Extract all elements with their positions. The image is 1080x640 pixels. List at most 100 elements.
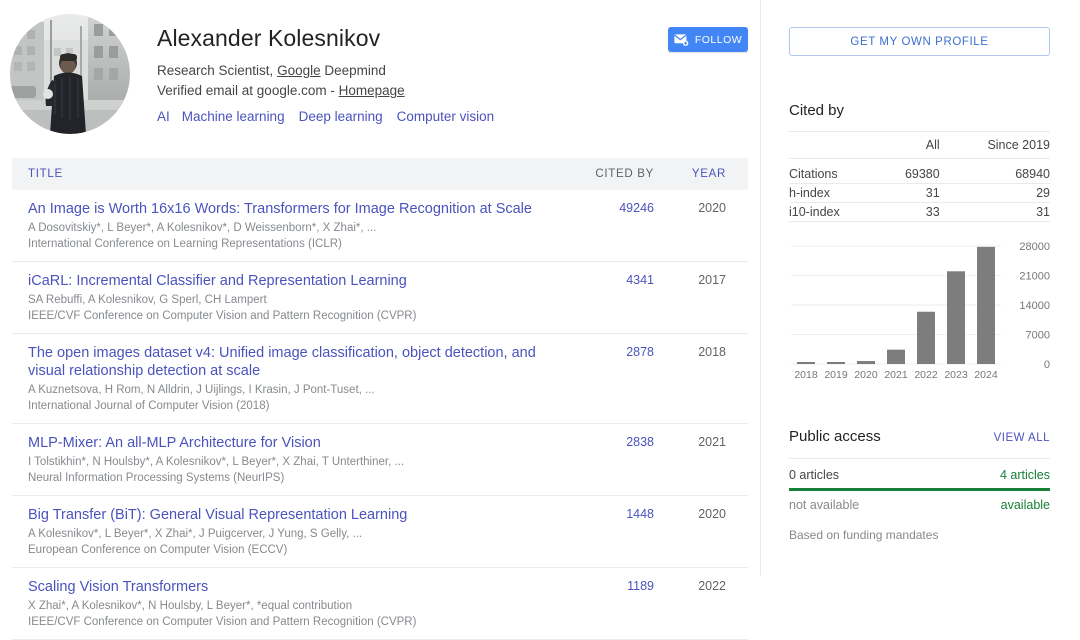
publication-title-link[interactable]: MLP-Mixer: An all-MLP Architecture for V… <box>28 434 566 452</box>
cited-by-col-since: Since 2019 <box>940 132 1050 159</box>
chart-bar[interactable] <box>857 361 875 364</box>
public-access-stats: 0 articles 4 articles not available avai… <box>789 458 1050 542</box>
profile-header: Alexander Kolesnikov Research Scientist,… <box>0 0 760 134</box>
publication-authors: A Kuznetsova, H Rom, N Alldrin, J Uijlin… <box>28 383 566 398</box>
col-header-cited-by[interactable]: CITED BY <box>566 158 664 190</box>
avatar[interactable] <box>10 14 130 134</box>
metric-since: 68940 <box>940 159 1050 184</box>
get-my-own-profile-button[interactable]: GET MY OWN PROFILE <box>789 27 1050 56</box>
affiliation-org-link[interactable]: Google <box>277 63 321 78</box>
metric-label: h-index <box>789 184 878 203</box>
publication-authors: SA Rebuffi, A Kolesnikov, G Sperl, CH La… <box>28 293 566 308</box>
interest-link-deep-learning[interactable]: Deep learning <box>299 109 383 124</box>
chart-y-tick-label: 0 <box>1044 359 1050 371</box>
public-access-left-label: not available <box>789 498 859 512</box>
table-row: The open images dataset v4: Unified imag… <box>12 334 748 424</box>
chart-bar[interactable] <box>977 247 995 364</box>
public-access-left-count: 0 articles <box>789 468 839 482</box>
chart-x-tick-label[interactable]: 2022 <box>914 369 938 381</box>
publication-title-link[interactable]: The open images dataset v4: Unified imag… <box>28 344 566 380</box>
publication-venue: IEEE/CVF Conference on Computer Vision a… <box>28 309 566 324</box>
publication-year: 2017 <box>664 262 748 334</box>
chart-bar[interactable] <box>797 362 815 364</box>
publication-year: 2022 <box>664 568 748 640</box>
public-access-note: Based on funding mandates <box>789 528 1050 542</box>
table-row: An Image is Worth 16x16 Words: Transform… <box>12 190 748 262</box>
profile-affiliation: Research Scientist, Google Deepmind <box>157 61 748 80</box>
public-access-view-all-link[interactable]: VIEW ALL <box>994 432 1050 444</box>
cited-by-title: Cited by <box>789 102 1050 119</box>
metric-label: Citations <box>789 159 878 184</box>
cited-by-table-body: Citations 69380 68940 h-index 31 29 i10-… <box>789 159 1050 222</box>
publication-title-link[interactable]: An Image is Worth 16x16 Words: Transform… <box>28 200 566 218</box>
chart-x-tick-label[interactable]: 2020 <box>854 369 878 381</box>
public-access-right-label: available <box>1001 498 1050 512</box>
publication-cited-by[interactable]: 2838 <box>566 424 664 496</box>
chart-y-tick-label: 7000 <box>1026 330 1050 342</box>
chart-bar[interactable] <box>887 350 905 364</box>
cited-by-table-head: All Since 2019 <box>789 132 1050 159</box>
affiliation-prefix: Research Scientist, <box>157 63 277 78</box>
interest-link-machine-learning[interactable]: Machine learning <box>182 109 285 124</box>
publication-venue: Neural Information Processing Systems (N… <box>28 471 566 486</box>
chart-y-tick-label: 28000 <box>1019 241 1050 253</box>
col-header-year[interactable]: YEAR <box>664 158 748 190</box>
chart-bar[interactable] <box>917 312 935 364</box>
publication-authors: A Dosovitskiy*, L Beyer*, A Kolesnikov*,… <box>28 221 566 236</box>
public-access-right-count[interactable]: 4 articles <box>1000 468 1050 482</box>
right-sidebar: GET MY OWN PROFILE Cited by All Since 20… <box>760 0 1080 576</box>
chart-x-tick-label[interactable]: 2024 <box>974 369 998 381</box>
publication-authors: I Tolstikhin*, N Houlsby*, A Kolesnikov*… <box>28 455 566 470</box>
citations-bar-chart-svg[interactable]: 0700014000210002800020182019202020212022… <box>789 232 1054 392</box>
publications-table-head: TITLE CITED BY YEAR <box>12 158 748 190</box>
cited-by-panel: Cited by All Since 2019 Citations 69380 … <box>789 102 1050 222</box>
interest-link-computer-vision[interactable]: Computer vision <box>397 109 495 124</box>
publication-cited-by[interactable]: 1189 <box>566 568 664 640</box>
table-row: MLP-Mixer: An all-MLP Architecture for V… <box>12 424 748 496</box>
scholar-profile-page: Alexander Kolesnikov Research Scientist,… <box>0 0 1080 576</box>
chart-bar[interactable] <box>947 271 965 364</box>
publication-cell: Big Transfer (BiT): General Visual Repre… <box>12 496 566 568</box>
interest-link-ai[interactable]: AI <box>157 109 170 124</box>
publication-cell: iCaRL: Incremental Classifier and Repres… <box>12 262 566 334</box>
publication-cited-by[interactable]: 2878 <box>566 334 664 424</box>
cited-by-table: All Since 2019 Citations 69380 68940 h-i… <box>789 131 1050 222</box>
publication-cell: Scaling Vision Transformers X Zhai*, A K… <box>12 568 566 640</box>
homepage-link[interactable]: Homepage <box>339 83 405 98</box>
chart-bar[interactable] <box>827 362 845 364</box>
public-access-counts-row: 0 articles 4 articles <box>789 468 1050 482</box>
chart-x-tick-label[interactable]: 2021 <box>884 369 908 381</box>
envelope-plus-icon <box>674 34 690 46</box>
col-header-title: TITLE <box>12 158 566 190</box>
publication-title-link[interactable]: Scaling Vision Transformers <box>28 578 566 596</box>
chart-y-tick-label: 21000 <box>1019 271 1050 283</box>
table-row: iCaRL: Incremental Classifier and Repres… <box>12 262 748 334</box>
publication-cited-by[interactable]: 49246 <box>566 190 664 262</box>
publication-cited-by[interactable]: 1448 <box>566 496 664 568</box>
public-access-progress-bar <box>789 488 1050 491</box>
publication-authors: A Kolesnikov*, L Beyer*, X Zhai*, J Puig… <box>28 527 566 542</box>
left-column: Alexander Kolesnikov Research Scientist,… <box>0 0 760 576</box>
public-access-labels-row: not available available <box>789 498 1050 512</box>
publication-cited-by[interactable]: 4341 <box>566 262 664 334</box>
metric-all: 33 <box>878 203 939 222</box>
publication-venue: International Conference on Learning Rep… <box>28 237 566 252</box>
profile-info: Alexander Kolesnikov Research Scientist,… <box>157 14 748 134</box>
public-access-panel: Public access VIEW ALL 0 articles 4 arti… <box>789 428 1050 542</box>
publication-title-link[interactable]: iCaRL: Incremental Classifier and Repres… <box>28 272 566 290</box>
citations-per-year-chart: 0700014000210002800020182019202020212022… <box>789 232 1054 392</box>
cited-by-col-all: All <box>878 132 939 159</box>
chart-x-tick-label[interactable]: 2018 <box>794 369 818 381</box>
chart-x-tick-label[interactable]: 2023 <box>944 369 968 381</box>
metric-since: 29 <box>940 184 1050 203</box>
public-access-title: Public access <box>789 428 881 445</box>
chart-x-tick-label[interactable]: 2019 <box>824 369 848 381</box>
publication-cell: The open images dataset v4: Unified imag… <box>12 334 566 424</box>
publication-cell: MLP-Mixer: An all-MLP Architecture for V… <box>12 424 566 496</box>
publication-year: 2020 <box>664 190 748 262</box>
follow-button[interactable]: FOLLOW <box>668 27 748 52</box>
publication-title-link[interactable]: Big Transfer (BiT): General Visual Repre… <box>28 506 566 524</box>
table-row: Big Transfer (BiT): General Visual Repre… <box>12 496 748 568</box>
table-row: h-index 31 29 <box>789 184 1050 203</box>
publications-table-body: An Image is Worth 16x16 Words: Transform… <box>12 190 748 640</box>
